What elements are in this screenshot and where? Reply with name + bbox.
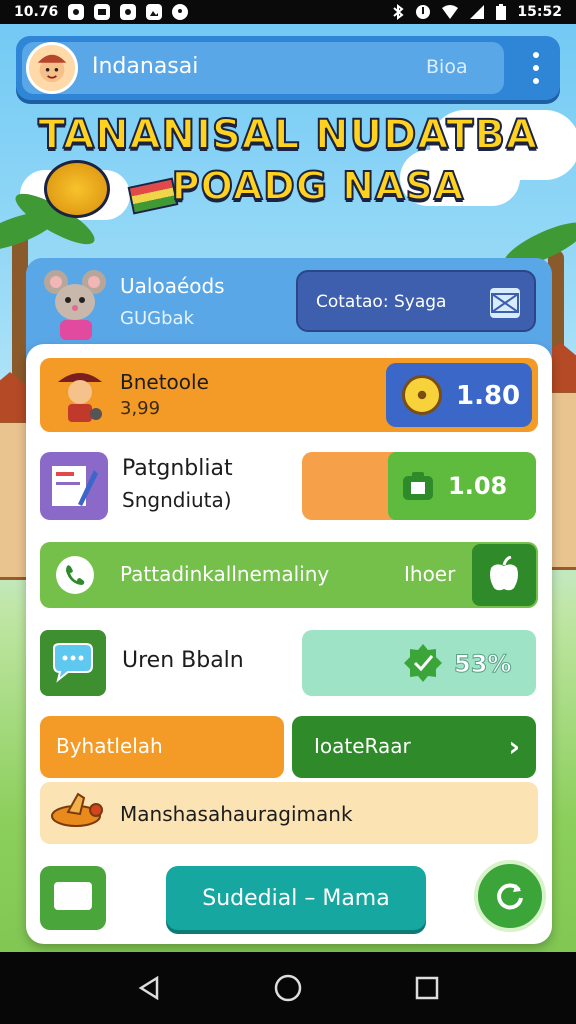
badge-check-icon	[404, 644, 442, 682]
row-label: Pattadinkallnemaliny	[120, 562, 330, 586]
value-pill: 1.80	[386, 363, 532, 427]
camera-icon	[403, 472, 433, 500]
hero-banner: TANANISAL NUDATBA POADG NASA	[0, 111, 576, 209]
row-badge: Ihoer	[404, 562, 456, 586]
notification-icon	[68, 4, 85, 20]
airplane-icon	[51, 792, 103, 827]
value-pill: 1.08	[302, 452, 536, 520]
list-item-bnetoole[interactable]: Bnetoole 3,99 1.80	[40, 358, 538, 432]
home-icon	[274, 974, 302, 1002]
primary-cta-button[interactable]: Sudedial – Mama	[166, 866, 426, 930]
message-button[interactable]	[40, 866, 106, 930]
recents-icon	[415, 976, 438, 1000]
button-label: IoateRaar	[314, 734, 411, 758]
gallery-icon	[146, 4, 163, 20]
avatar-icon[interactable]	[26, 42, 78, 94]
row-value: 1.80	[456, 381, 521, 411]
message-bubble-icon	[54, 882, 92, 910]
row-sublabel: Sngndiuta)	[122, 488, 232, 512]
status-time-right: 15:52	[517, 4, 562, 20]
home-button[interactable]	[268, 968, 308, 1008]
row-label: Manshasahauragimank	[120, 802, 353, 826]
profile-name: Ualoaéods	[120, 274, 225, 298]
trophy-icon	[402, 375, 442, 415]
back-icon	[138, 975, 159, 1001]
banner-line-2: POADG NASA	[171, 163, 465, 209]
list-item-pattadinkallnemaliny[interactable]: Pattadinkallnemaliny Ihoer	[40, 542, 538, 608]
list-item-uren-bbaln[interactable]: Uren Bbaln 53%	[40, 628, 538, 698]
list-item-patgnbliat[interactable]: Patgnbliat Sngndiuta) 1.08	[40, 450, 538, 524]
status-time-left: 10.76	[14, 4, 59, 20]
app-title: Indanasai	[92, 54, 199, 79]
main-panel: Bnetoole 3,99 1.80 Patgnbliat Sngndiuta)	[26, 344, 552, 944]
refresh-icon	[497, 883, 523, 910]
info-row[interactable]: Manshasahauragimank	[40, 782, 538, 844]
apple-button[interactable]	[472, 544, 536, 606]
chat-icon-box	[40, 630, 106, 696]
pirate-character-icon	[58, 373, 102, 422]
system-nav-bar	[0, 952, 576, 1024]
value-pill: 53%	[302, 630, 536, 696]
mouse-avatar-icon	[44, 270, 106, 340]
banner-line-1: TANANISAL NUDATBA	[37, 111, 538, 159]
profile-subtitle: GUGbak	[120, 308, 194, 329]
location-icon	[172, 4, 189, 20]
cta-label: Sudedial – Mama	[202, 886, 390, 911]
mail-icon	[490, 288, 520, 318]
sync-button-label: Cotatao: Syaga	[316, 292, 447, 312]
byhatlelah-button[interactable]: Byhatlelah	[40, 716, 284, 778]
apple-icon	[490, 556, 518, 591]
notebook-icon-box	[40, 452, 108, 520]
bluetooth-icon	[393, 4, 405, 20]
chevron-right-icon: ›	[508, 730, 520, 763]
ioateraar-button[interactable]: IoateRaar ›	[292, 716, 536, 778]
app-bar-badge[interactable]: Bioa	[426, 56, 468, 78]
message-icon	[94, 4, 111, 20]
top-app-bar: Indanasai Bioa	[16, 36, 560, 100]
wifi-icon	[442, 5, 459, 19]
status-bar: 10.76 15:52	[0, 0, 576, 24]
row-label: Uren Bbaln	[122, 648, 244, 673]
camera-icon	[120, 4, 137, 20]
sync-button[interactable]: Cotatao: Syaga	[296, 270, 536, 332]
do-not-disturb-icon	[416, 5, 431, 19]
signal-icon	[470, 5, 485, 19]
button-label: Byhatlelah	[56, 734, 163, 758]
row-value: 1.08	[448, 472, 508, 500]
phone-icon	[56, 556, 94, 594]
notebook-pencil-icon	[52, 466, 98, 506]
recents-button[interactable]	[407, 968, 447, 1008]
back-button[interactable]	[129, 968, 169, 1008]
row-sublabel: 3,99	[120, 398, 161, 419]
row-value: 53%	[453, 650, 512, 679]
battery-icon	[496, 4, 507, 20]
refresh-button[interactable]	[474, 860, 546, 932]
row-label: Patgnbliat	[122, 456, 233, 481]
kebab-menu-icon[interactable]	[526, 52, 546, 84]
row-label: Bnetoole	[120, 370, 209, 394]
chat-icon	[53, 643, 93, 683]
